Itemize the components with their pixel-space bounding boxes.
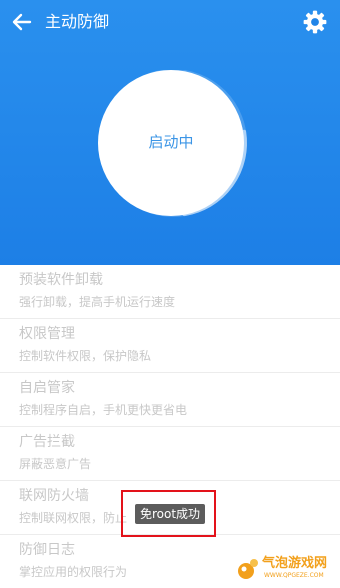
watermark-name: 气泡游戏网 — [262, 556, 328, 571]
item-title: 广告拦截 — [19, 434, 75, 450]
list-item-ad-blocking[interactable]: 广告拦截 屏蔽恶意广告 — [0, 427, 340, 481]
item-subtitle: 掌控应用的权限行为 — [19, 565, 128, 579]
item-title: 自启管家 — [19, 380, 75, 396]
toast-message: 免root成功 — [135, 504, 205, 524]
back-arrow-icon[interactable] — [10, 10, 34, 34]
feature-list: 预装软件卸载 强行卸载，提高手机运行速度 权限管理 控制软件权限，保护隐私 自启… — [0, 265, 340, 588]
bubble-logo-icon — [238, 559, 258, 579]
list-item-permission-management[interactable]: 权限管理 控制软件权限，保护隐私 — [0, 319, 340, 373]
header-banner: 主动防御 启动中 — [0, 0, 340, 265]
item-title: 预装软件卸载 — [19, 272, 103, 288]
gear-icon[interactable] — [302, 9, 328, 35]
list-item-autostart-manager[interactable]: 自启管家 控制程序自启，手机更快更省电 — [0, 373, 340, 427]
item-title: 权限管理 — [19, 326, 75, 342]
item-title: 联网防火墙 — [19, 488, 89, 504]
watermark-url: WWW.QPGEZE.COM — [264, 572, 324, 579]
item-title: 防御日志 — [19, 542, 75, 558]
item-subtitle: 控制软件权限，保护隐私 — [19, 349, 152, 363]
item-subtitle: 屏蔽恶意广告 — [19, 457, 92, 471]
status-text: 启动中 — [148, 133, 194, 151]
item-subtitle: 控制联网权限，防止 — [19, 511, 128, 525]
page-title: 主动防御 — [45, 12, 110, 31]
item-subtitle: 强行卸载，提高手机运行速度 — [19, 295, 176, 309]
top-bar: 主动防御 — [0, 0, 340, 44]
item-subtitle: 控制程序自启，手机更快更省电 — [19, 403, 188, 417]
watermark: 气泡游戏网 WWW.QPGEZE.COM — [236, 555, 340, 585]
list-item-preinstalled-uninstall[interactable]: 预装软件卸载 强行卸载，提高手机运行速度 — [0, 265, 340, 319]
